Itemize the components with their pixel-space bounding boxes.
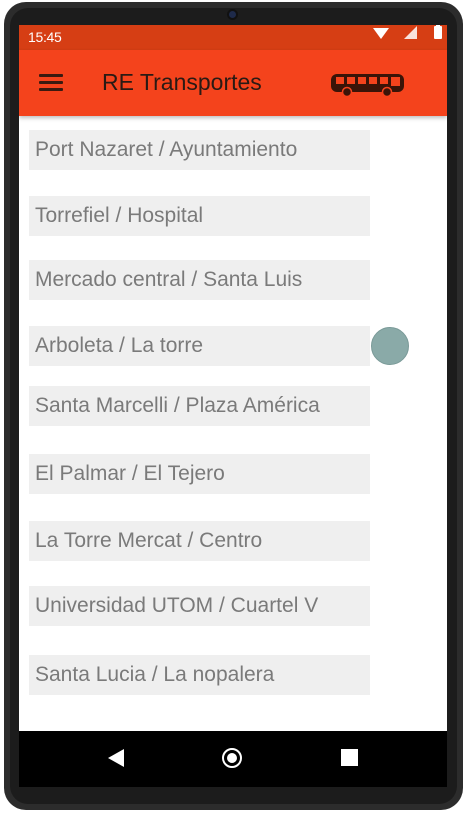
recents-square-icon[interactable]	[341, 749, 358, 766]
route-item[interactable]: Mercado central / Santa Luis	[29, 260, 370, 300]
bus-icon	[331, 74, 404, 98]
touch-indicator	[371, 327, 409, 365]
back-triangle-icon[interactable]	[108, 749, 124, 767]
hamburger-menu-icon	[39, 88, 63, 91]
status-bar: 15:45	[19, 25, 447, 50]
status-time: 15:45	[28, 29, 62, 45]
route-item[interactable]: La Torre Mercat / Centro	[29, 521, 370, 561]
signal-icon	[404, 26, 417, 39]
hamburger-menu-icon	[39, 81, 63, 84]
app-bar: RE Transportes	[19, 50, 447, 116]
wifi-icon	[373, 28, 389, 39]
route-item[interactable]: Torrefiel / Hospital	[29, 196, 370, 236]
route-item[interactable]: Santa Marcelli / Plaza América	[29, 386, 370, 426]
app-screen: 15:45 RE Transportes Port Nazaret / Ayun…	[19, 25, 447, 787]
menu-button[interactable]	[39, 74, 63, 92]
route-item[interactable]: Santa Lucia / La nopalera	[29, 655, 370, 695]
battery-icon	[434, 25, 442, 39]
route-item[interactable]: Arboleta / La torre	[29, 326, 370, 366]
route-item[interactable]: El Palmar / El Tejero	[29, 454, 370, 494]
navigation-bar	[19, 731, 447, 787]
hamburger-menu-icon	[39, 74, 63, 77]
home-circle-icon[interactable]	[222, 748, 242, 768]
app-title: RE Transportes	[102, 69, 262, 95]
route-item[interactable]: Port Nazaret / Ayuntamiento	[29, 130, 370, 170]
front-camera	[229, 11, 236, 18]
route-item[interactable]: Universidad UTOM / Cuartel V	[29, 586, 370, 626]
